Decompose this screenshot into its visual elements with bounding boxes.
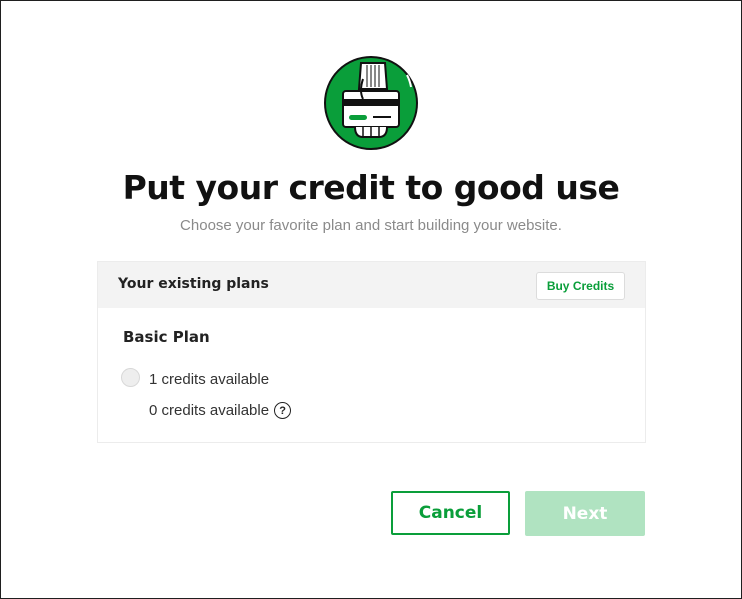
plan-name: Basic Plan bbox=[123, 328, 210, 346]
plan-radio[interactable] bbox=[121, 368, 140, 387]
plans-heading: Your existing plans bbox=[118, 276, 269, 292]
question-circle-icon[interactable]: ? bbox=[274, 402, 292, 419]
dialog-title: Put your credit to good use bbox=[122, 168, 620, 207]
credit-dialog: Put your credit to good use Choose your … bbox=[0, 0, 742, 599]
plans-header: Your existing plans Buy Credits bbox=[98, 262, 645, 308]
credits-available-label: 1 credits available bbox=[149, 371, 270, 388]
existing-plans-panel: Your existing plans Buy Credits Basic Pl… bbox=[97, 261, 646, 443]
buy-credits-button[interactable]: Buy Credits bbox=[536, 272, 625, 300]
cancel-button[interactable]: Cancel bbox=[391, 491, 510, 535]
hand-holding-credit-card-icon bbox=[323, 55, 419, 151]
credits-available-secondary: 0 credits available ? bbox=[149, 402, 292, 419]
dialog-subtitle: Choose your favorite plan and start buil… bbox=[180, 217, 562, 234]
credits-secondary-label: 0 credits available bbox=[149, 402, 270, 419]
next-button[interactable]: Next bbox=[525, 491, 645, 536]
